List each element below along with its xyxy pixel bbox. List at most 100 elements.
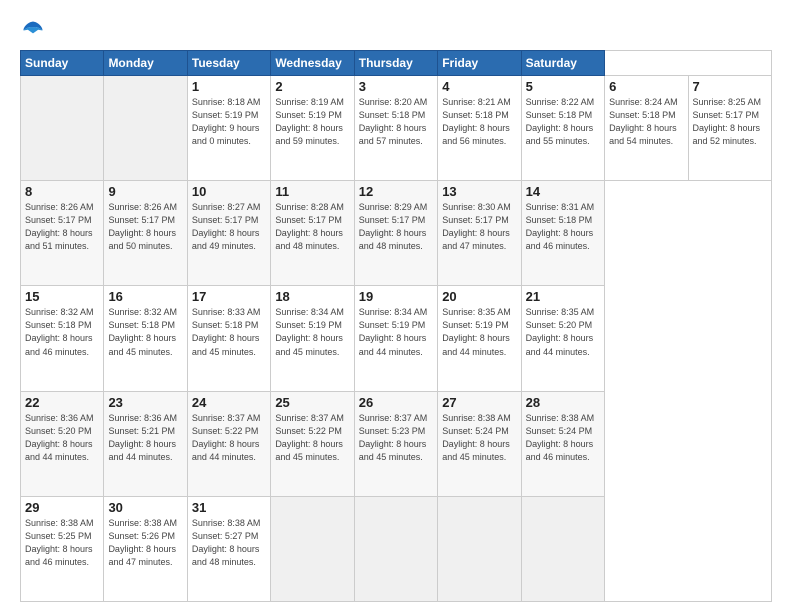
calendar-cell: 23 Sunrise: 8:36 AMSunset: 5:21 PMDayligh… xyxy=(104,391,187,496)
calendar-cell: 3Sunrise: 8:20 AMSunset: 5:18 PMDaylight… xyxy=(354,76,437,181)
calendar-cell: 31 Sunrise: 8:38 AMSunset: 5:27 PMDayligh… xyxy=(187,496,270,601)
calendar-cell: 30Sunrise: 8:38 AMSunset: 5:26 PMDayligh… xyxy=(104,496,187,601)
calendar-cell: 16Sunrise: 8:32 AMSunset: 5:18 PMDayligh… xyxy=(104,286,187,391)
day-info: Sunrise: 8:26 AMSunset: 5:17 PMDaylight:… xyxy=(108,202,177,251)
calendar-cell: 18 Sunrise: 8:34 AMSunset: 5:19 PMDayligh… xyxy=(271,286,354,391)
day-number: 11 xyxy=(275,184,349,199)
calendar-cell: 2Sunrise: 8:19 AMSunset: 5:19 PMDaylight… xyxy=(271,76,354,181)
calendar-cell: 4 Sunrise: 8:21 AMSunset: 5:18 PMDaylight… xyxy=(438,76,521,181)
day-info: Sunrise: 8:34 AMSunset: 5:19 PMDaylight:… xyxy=(359,307,428,356)
day-of-week-header: Thursday xyxy=(354,51,437,76)
calendar-cell: 24 Sunrise: 8:37 AMSunset: 5:22 PMDayligh… xyxy=(187,391,270,496)
day-number: 3 xyxy=(359,79,433,94)
calendar-week-row: 1 Sunrise: 8:18 AMSunset: 5:19 PMDaylight… xyxy=(21,76,772,181)
day-info: Sunrise: 8:35 AMSunset: 5:20 PMDaylight:… xyxy=(526,307,595,356)
calendar-cell: 13 Sunrise: 8:30 AMSunset: 5:17 PMDayligh… xyxy=(438,181,521,286)
day-info: Sunrise: 8:22 AMSunset: 5:18 PMDaylight:… xyxy=(526,97,595,146)
day-info: Sunrise: 8:27 AMSunset: 5:17 PMDaylight:… xyxy=(192,202,261,251)
day-of-week-header: Sunday xyxy=(21,51,104,76)
day-number: 1 xyxy=(192,79,266,94)
day-number: 26 xyxy=(359,395,433,410)
day-info: Sunrise: 8:36 AMSunset: 5:21 PMDaylight:… xyxy=(108,413,177,462)
day-number: 18 xyxy=(275,289,349,304)
day-number: 25 xyxy=(275,395,349,410)
day-of-week-header: Saturday xyxy=(521,51,604,76)
day-number: 7 xyxy=(693,79,768,94)
day-info: Sunrise: 8:31 AMSunset: 5:18 PMDaylight:… xyxy=(526,202,595,251)
calendar-cell: 21 Sunrise: 8:35 AMSunset: 5:20 PMDayligh… xyxy=(521,286,604,391)
day-number: 28 xyxy=(526,395,600,410)
calendar-week-row: 8 Sunrise: 8:26 AMSunset: 5:17 PMDaylight… xyxy=(21,181,772,286)
day-info: Sunrise: 8:29 AMSunset: 5:17 PMDaylight:… xyxy=(359,202,428,251)
day-number: 29 xyxy=(25,500,99,515)
calendar-cell: 1 Sunrise: 8:18 AMSunset: 5:19 PMDaylight… xyxy=(187,76,270,181)
calendar-header-row: SundayMondayTuesdayWednesdayThursdayFrid… xyxy=(21,51,772,76)
day-info: Sunrise: 8:24 AMSunset: 5:18 PMDaylight:… xyxy=(609,97,678,146)
day-info: Sunrise: 8:37 AMSunset: 5:22 PMDaylight:… xyxy=(275,413,344,462)
calendar-cell: 9 Sunrise: 8:26 AMSunset: 5:17 PMDaylight… xyxy=(104,181,187,286)
day-number: 13 xyxy=(442,184,516,199)
day-info: Sunrise: 8:38 AMSunset: 5:24 PMDaylight:… xyxy=(442,413,511,462)
day-number: 12 xyxy=(359,184,433,199)
day-info: Sunrise: 8:37 AMSunset: 5:22 PMDaylight:… xyxy=(192,413,261,462)
calendar-cell: 5 Sunrise: 8:22 AMSunset: 5:18 PMDaylight… xyxy=(521,76,604,181)
calendar-cell: 14 Sunrise: 8:31 AMSunset: 5:18 PMDayligh… xyxy=(521,181,604,286)
day-number: 10 xyxy=(192,184,266,199)
day-number: 16 xyxy=(108,289,182,304)
calendar-cell xyxy=(21,76,104,181)
day-of-week-header: Friday xyxy=(438,51,521,76)
day-number: 5 xyxy=(526,79,600,94)
day-info: Sunrise: 8:35 AMSunset: 5:19 PMDaylight:… xyxy=(442,307,511,356)
day-info: Sunrise: 8:38 AMSunset: 5:27 PMDaylight:… xyxy=(192,518,261,567)
day-number: 19 xyxy=(359,289,433,304)
calendar-cell: 26Sunrise: 8:37 AMSunset: 5:23 PMDayligh… xyxy=(354,391,437,496)
day-info: Sunrise: 8:21 AMSunset: 5:18 PMDaylight:… xyxy=(442,97,511,146)
calendar-cell xyxy=(104,76,187,181)
day-number: 2 xyxy=(275,79,349,94)
calendar-cell: 22 Sunrise: 8:36 AMSunset: 5:20 PMDayligh… xyxy=(21,391,104,496)
day-number: 27 xyxy=(442,395,516,410)
day-number: 8 xyxy=(25,184,99,199)
day-number: 21 xyxy=(526,289,600,304)
day-of-week-header: Wednesday xyxy=(271,51,354,76)
logo xyxy=(20,18,44,40)
day-info: Sunrise: 8:34 AMSunset: 5:19 PMDaylight:… xyxy=(275,307,344,356)
day-number: 15 xyxy=(25,289,99,304)
day-number: 22 xyxy=(25,395,99,410)
calendar-cell xyxy=(521,496,604,601)
day-number: 4 xyxy=(442,79,516,94)
day-info: Sunrise: 8:36 AMSunset: 5:20 PMDaylight:… xyxy=(25,413,94,462)
calendar-cell: 8 Sunrise: 8:26 AMSunset: 5:17 PMDaylight… xyxy=(21,181,104,286)
day-info: Sunrise: 8:38 AMSunset: 5:25 PMDaylight:… xyxy=(25,518,94,567)
calendar-cell: 11 Sunrise: 8:28 AMSunset: 5:17 PMDayligh… xyxy=(271,181,354,286)
day-number: 24 xyxy=(192,395,266,410)
day-number: 14 xyxy=(526,184,600,199)
day-info: Sunrise: 8:18 AMSunset: 5:19 PMDaylight:… xyxy=(192,97,261,146)
day-info: Sunrise: 8:38 AMSunset: 5:26 PMDaylight:… xyxy=(108,518,177,567)
calendar-cell: 17Sunrise: 8:33 AMSunset: 5:18 PMDayligh… xyxy=(187,286,270,391)
day-number: 20 xyxy=(442,289,516,304)
day-number: 23 xyxy=(108,395,182,410)
calendar-cell xyxy=(354,496,437,601)
day-number: 6 xyxy=(609,79,683,94)
day-of-week-header: Monday xyxy=(104,51,187,76)
logo-bird-icon xyxy=(22,18,44,40)
calendar-cell: 10 Sunrise: 8:27 AMSunset: 5:17 PMDayligh… xyxy=(187,181,270,286)
day-number: 9 xyxy=(108,184,182,199)
calendar-cell: 12 Sunrise: 8:29 AMSunset: 5:17 PMDayligh… xyxy=(354,181,437,286)
calendar-cell: 7Sunrise: 8:25 AMSunset: 5:17 PMDaylight… xyxy=(688,76,772,181)
day-info: Sunrise: 8:26 AMSunset: 5:17 PMDaylight:… xyxy=(25,202,94,251)
header xyxy=(20,18,772,40)
day-number: 31 xyxy=(192,500,266,515)
day-info: Sunrise: 8:32 AMSunset: 5:18 PMDaylight:… xyxy=(25,307,94,356)
day-info: Sunrise: 8:28 AMSunset: 5:17 PMDaylight:… xyxy=(275,202,344,251)
calendar-week-row: 15 Sunrise: 8:32 AMSunset: 5:18 PMDayligh… xyxy=(21,286,772,391)
day-info: Sunrise: 8:38 AMSunset: 5:24 PMDaylight:… xyxy=(526,413,595,462)
calendar-cell: 27 Sunrise: 8:38 AMSunset: 5:24 PMDayligh… xyxy=(438,391,521,496)
calendar-cell xyxy=(438,496,521,601)
day-info: Sunrise: 8:30 AMSunset: 5:17 PMDaylight:… xyxy=(442,202,511,251)
calendar-cell: 28 Sunrise: 8:38 AMSunset: 5:24 PMDayligh… xyxy=(521,391,604,496)
calendar-cell: 19 Sunrise: 8:34 AMSunset: 5:19 PMDayligh… xyxy=(354,286,437,391)
calendar-cell: 29 Sunrise: 8:38 AMSunset: 5:25 PMDayligh… xyxy=(21,496,104,601)
day-of-week-header: Tuesday xyxy=(187,51,270,76)
